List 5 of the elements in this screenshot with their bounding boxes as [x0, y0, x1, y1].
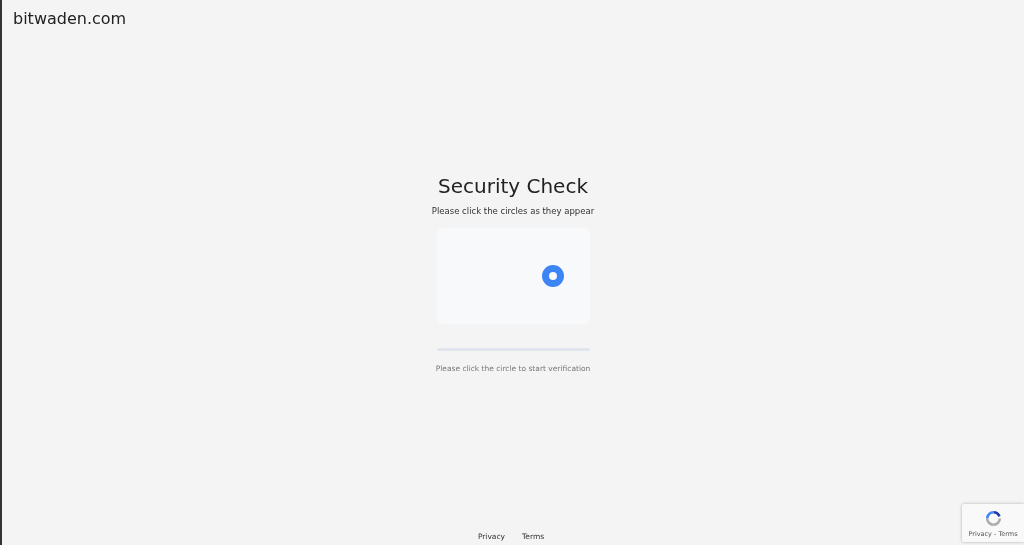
instruction-text: Please click the circles as they appear — [431, 206, 595, 216]
site-name: bitwaden.com — [13, 9, 127, 28]
recaptcha-logo-icon — [983, 508, 1003, 528]
target-circle[interactable] — [541, 265, 564, 287]
page-title: Security Check — [438, 174, 588, 198]
